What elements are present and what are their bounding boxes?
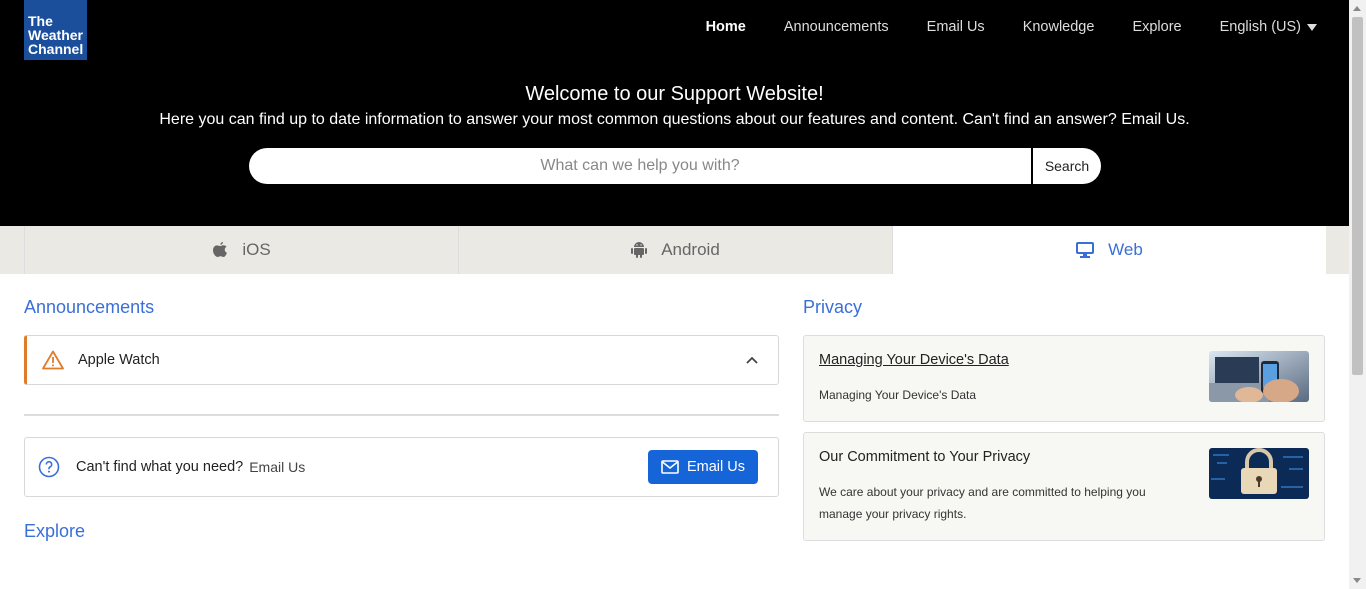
caret-down-icon [1307,23,1317,31]
logo-line-3: Channel [28,41,84,57]
privacy-heading: Privacy [803,297,863,317]
nav-knowledge[interactable]: Knowledge [1023,19,1095,35]
privacy-card-description: Managing Your Device's Data [819,388,977,402]
monitor-icon [1076,242,1095,258]
divider [24,414,779,416]
explore-heading: Explore [24,521,86,541]
nav-explore[interactable]: Explore [1132,19,1181,35]
hero-title: Welcome to our Support Website! [525,83,824,105]
weather-channel-logo[interactable]: The Weather Channel [24,0,87,60]
warning-icon [42,350,64,370]
announcement-label: Apple Watch [78,352,160,368]
announcement-item[interactable]: Apple Watch [24,335,779,385]
search-input[interactable] [249,148,1031,184]
platform-tabs: iOS Android Web [0,226,1349,274]
language-selector[interactable]: English (US) [1220,19,1317,35]
tab-android[interactable]: Android [458,226,892,274]
privacy-card-title[interactable]: Our Commitment to Your Privacy [819,449,1030,465]
vertical-scrollbar[interactable] [1349,0,1366,589]
tab-web-label: Web [1108,240,1143,259]
announcements-heading: Announcements [24,297,155,317]
tab-ios[interactable]: iOS [24,226,458,274]
scroll-up-icon[interactable] [1353,6,1361,11]
help-email-link[interactable]: Email Us [249,459,648,475]
tab-android-label: Android [661,240,720,259]
chevron-up-icon[interactable] [746,356,758,364]
padlock-image [1209,448,1309,499]
email-us-button[interactable]: Email Us [648,450,758,484]
tab-ios-label: iOS [242,240,271,259]
device-data-image [1209,351,1309,402]
email-us-button-label: Email Us [686,459,745,475]
main-nav: Home Announcements Email Us Knowledge Ex… [668,19,1317,35]
question-icon [38,456,60,478]
android-icon [631,241,648,259]
hero-subtitle: Here you can find up to date information… [159,111,1190,128]
header-hero: The Weather Channel Home Announcements E… [0,0,1349,226]
logo-line-2: Weather [28,27,83,43]
scrollbar-thumb[interactable] [1352,17,1363,375]
language-label: English (US) [1219,19,1301,35]
search-bar: Search [249,148,1101,184]
privacy-card-device-data[interactable]: Managing Your Device's Data Managing You… [803,335,1325,422]
nav-home[interactable]: Home [706,19,746,35]
privacy-card-commitment[interactable]: Our Commitment to Your Privacy We care a… [803,432,1325,541]
scroll-down-icon[interactable] [1353,578,1361,583]
help-card: Can't find what you need? Email Us Email… [24,437,779,497]
privacy-card-title[interactable]: Managing Your Device's Data [819,352,1009,368]
envelope-icon [661,460,679,474]
apple-icon [212,241,228,259]
logo-line-1: The [28,13,53,29]
tab-web[interactable]: Web [892,226,1326,274]
nav-announcements[interactable]: Announcements [784,19,889,35]
privacy-card-description: We care about your privacy and are commi… [819,485,1146,521]
search-button[interactable]: Search [1031,148,1101,184]
nav-email-us[interactable]: Email Us [927,19,985,35]
help-question: Can't find what you need? [76,459,244,475]
